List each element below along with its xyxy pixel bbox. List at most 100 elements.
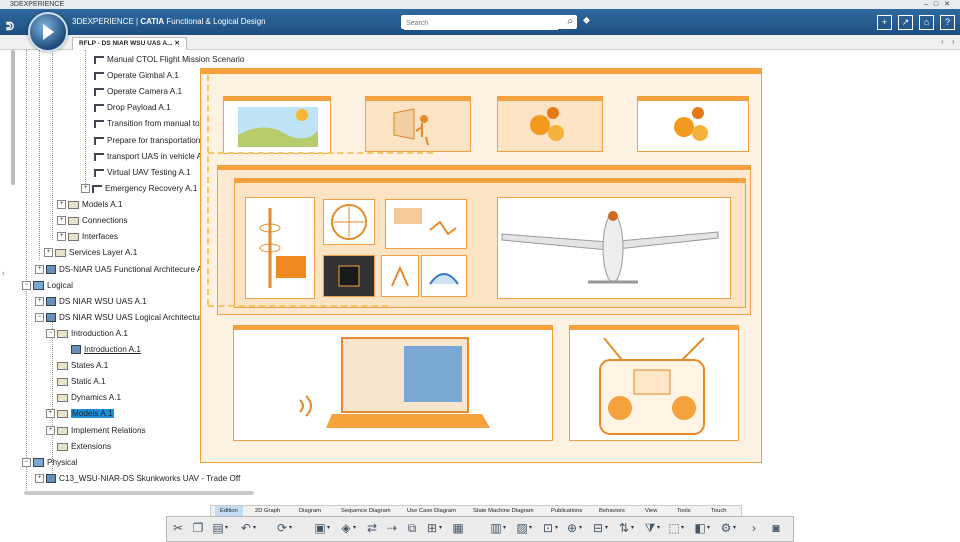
settings-icon[interactable]: ⚙ [719,521,736,535]
properties-icon[interactable]: ▦ [451,521,465,535]
expand-icon[interactable]: + [81,184,90,194]
tree-item[interactable]: + DS-NIAR UAS Functional Architecure A.1 [35,263,209,277]
expand-icon[interactable]: + [57,216,66,226]
tree-item[interactable]: Operate Gimbal A.1 [94,69,179,83]
collapse-icon[interactable]: − [22,458,31,468]
diagram-block-flight-computer[interactable] [323,255,375,297]
logical-diagram[interactable] [200,68,762,463]
tree-item[interactable]: Drop Payload A.1 [94,101,171,115]
expand-icon[interactable]: + [35,474,44,484]
search-box[interactable]: ⌕ [401,15,577,30]
tree-item[interactable]: + Services Layer A.1 [44,246,137,260]
tree-guide-line [52,318,53,473]
instance-icon[interactable]: ⧉ [405,521,419,535]
tree-item[interactable]: + DS NIAR WSU UAS A.1 [35,295,147,309]
tree-item[interactable]: States A.1 [57,359,108,373]
flow-icon[interactable]: ⇢ [385,521,399,535]
search-input[interactable] [404,16,558,30]
help-icon[interactable]: ? [940,15,955,30]
filter-icon[interactable]: ⧩ [643,521,660,535]
tree-item[interactable]: Operate Camera A.1 [94,85,182,99]
diagram-block-compass[interactable] [323,199,375,245]
tree-item[interactable]: Static A.1 [57,375,106,389]
brand-role: Functional & Logical Design [166,17,266,26]
diagram-block-remote-controller[interactable] [569,325,739,441]
tree-item[interactable]: + Models A.1 [57,198,123,212]
diagram-block-camera[interactable] [421,255,467,297]
collapse-icon[interactable]: − [46,329,55,339]
tree-item[interactable]: + Emergency Recovery A.1 [81,182,197,196]
diagram-block-propulsion[interactable] [245,197,315,299]
align-icon[interactable]: ⊟ [591,521,608,535]
tree-item[interactable]: + C13_WSU-NIAR-DS Skunkworks UAV - Trade … [35,472,240,486]
tree-item[interactable]: + Models A.1 [46,407,114,421]
minimize-button[interactable]: – [924,1,934,8]
diagram-block-aircraft[interactable] [234,178,746,308]
diagram-block-ground-station[interactable] [233,325,553,441]
tree-item[interactable]: − Physical [22,456,78,470]
tab-prev-icon[interactable]: ‹ [941,37,944,46]
insert-port-icon[interactable]: ◈ [339,521,356,535]
compass-icon[interactable] [28,12,68,52]
tree-item[interactable]: Manual CTOL Flight Mission Scenario [94,53,244,67]
diagram-block-system-a[interactable] [497,96,603,152]
diagram-block-payload[interactable] [385,199,467,249]
expand-icon[interactable]: + [57,200,66,210]
maximize-button[interactable]: □ [934,1,944,8]
tab-close-icon[interactable]: ✕ [174,40,179,47]
tree-item[interactable]: Introduction A.1 [71,343,141,357]
diagram-block-scenario[interactable] [223,96,331,154]
table-icon[interactable]: ▥ [489,521,506,535]
undo-icon[interactable]: ↶ [239,521,256,535]
tree-item[interactable]: Virtual UAV Testing A.1 [94,166,191,180]
tree-item[interactable]: Dynamics A.1 [57,391,121,405]
capture-icon[interactable]: ◙ [769,521,783,535]
copy-icon[interactable]: ❐ [191,521,205,535]
brand-app: CATIA [140,17,165,26]
arrange-icon[interactable]: ⇅ [617,521,634,535]
tree-horizontal-scrollbar[interactable] [24,491,254,495]
tag-icon[interactable]: ⬥ [583,15,590,26]
structure-icon[interactable]: ⊞ [425,521,442,535]
add-icon[interactable]: + [877,15,892,30]
expand-icon[interactable]: + [57,232,66,242]
search-icon[interactable]: ⌕ [567,16,573,27]
layout-icon[interactable]: ⊡ [541,521,558,535]
collapse-icon[interactable]: − [22,281,31,291]
window-controls[interactable]: –□✕ [924,0,956,9]
tree-item[interactable]: Prepare for transportation A.1 [94,134,214,148]
tab-rflp[interactable]: RFLP - DS NIAR WSU UAS A... ✕ [72,37,187,50]
update-icon[interactable]: ⟳ [275,521,292,535]
close-button[interactable]: ✕ [944,1,956,8]
expand-icon[interactable]: + [35,297,44,307]
connect-icon[interactable]: ⇄ [365,521,379,535]
diagram-block-servo[interactable] [381,255,419,297]
expand-icon[interactable]: + [46,409,55,419]
diagram-block-uas[interactable] [217,165,751,315]
scissors-icon[interactable]: ✂ [171,521,185,535]
diagram-block-uav-model[interactable] [497,197,731,299]
tree-item[interactable]: − Introduction A.1 [46,327,128,341]
insert-logical-icon[interactable]: ▣ [313,521,330,535]
tree-item[interactable]: Extensions [57,440,111,454]
diagram-block-operator[interactable] [365,96,471,152]
tree-item[interactable]: − Logical [22,279,73,293]
tab-next-icon[interactable]: › [952,37,955,46]
tree-item[interactable]: + Connections [57,214,128,228]
tree-item[interactable]: transport UAS in vehicle A.1 [94,150,209,164]
tree-item[interactable]: + Implement Relations [46,424,146,438]
group-icon[interactable]: ⬚ [667,521,684,535]
paste-icon[interactable]: ▤ [211,521,228,535]
zoom-icon[interactable]: ⊕ [565,521,582,535]
tree-item[interactable]: + Interfaces [57,230,118,244]
image-icon[interactable]: ▨ [515,521,532,535]
view-icon[interactable]: ◧ [693,521,710,535]
expand-icon[interactable]: + [46,426,55,436]
home-icon[interactable]: ⌂ [919,15,934,30]
share-icon[interactable]: ↗ [898,15,913,30]
expand-icon[interactable]: + [35,265,44,275]
diagram-block-system-b[interactable] [637,96,749,152]
expand-icon[interactable]: + [44,248,53,258]
expand-toolbar-icon[interactable]: › [747,521,761,535]
collapse-icon[interactable]: − [35,313,44,323]
